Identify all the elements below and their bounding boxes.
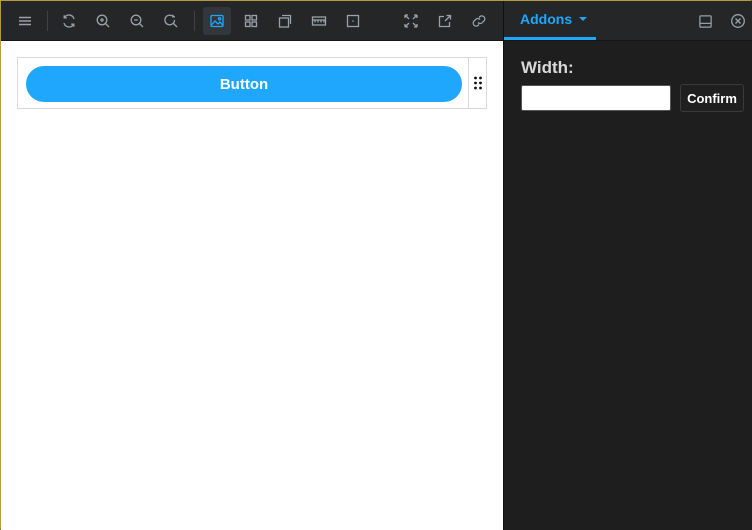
measure-icon[interactable] xyxy=(305,7,333,35)
fullscreen-icon[interactable] xyxy=(397,7,425,35)
outline-icon[interactable] xyxy=(339,7,367,35)
caret-down-icon xyxy=(579,17,588,21)
width-label: Width: xyxy=(521,58,574,77)
toolbar-separator xyxy=(194,11,195,31)
confirm-button[interactable]: Confirm xyxy=(680,84,744,112)
reload-icon[interactable] xyxy=(55,7,83,35)
toolbar xyxy=(1,1,503,41)
close-icon[interactable] xyxy=(729,12,747,30)
drag-handle-icon[interactable] xyxy=(468,58,486,108)
tab-addons[interactable]: Addons xyxy=(504,1,596,40)
open-new-tab-icon[interactable] xyxy=(431,7,459,35)
preview-canvas: Button xyxy=(1,41,503,530)
panel-orientation-icon[interactable] xyxy=(696,12,714,30)
addons-panel: Addons Width: Confirm xyxy=(503,1,752,530)
grid-icon[interactable] xyxy=(237,7,265,35)
story-container: Button xyxy=(17,57,487,109)
viewport-icon[interactable] xyxy=(271,7,299,35)
panel-header: Addons xyxy=(504,1,752,41)
toolbar-separator xyxy=(47,11,48,31)
menu-icon[interactable] xyxy=(11,7,39,35)
zoom-out-icon[interactable] xyxy=(123,7,151,35)
tab-addons-label: Addons xyxy=(520,11,573,27)
copy-link-icon[interactable] xyxy=(465,7,493,35)
background-image-icon[interactable] xyxy=(203,7,231,35)
zoom-in-icon[interactable] xyxy=(89,7,117,35)
story-button[interactable]: Button xyxy=(26,66,462,102)
width-input[interactable] xyxy=(521,85,671,111)
zoom-reset-icon[interactable] xyxy=(157,7,185,35)
